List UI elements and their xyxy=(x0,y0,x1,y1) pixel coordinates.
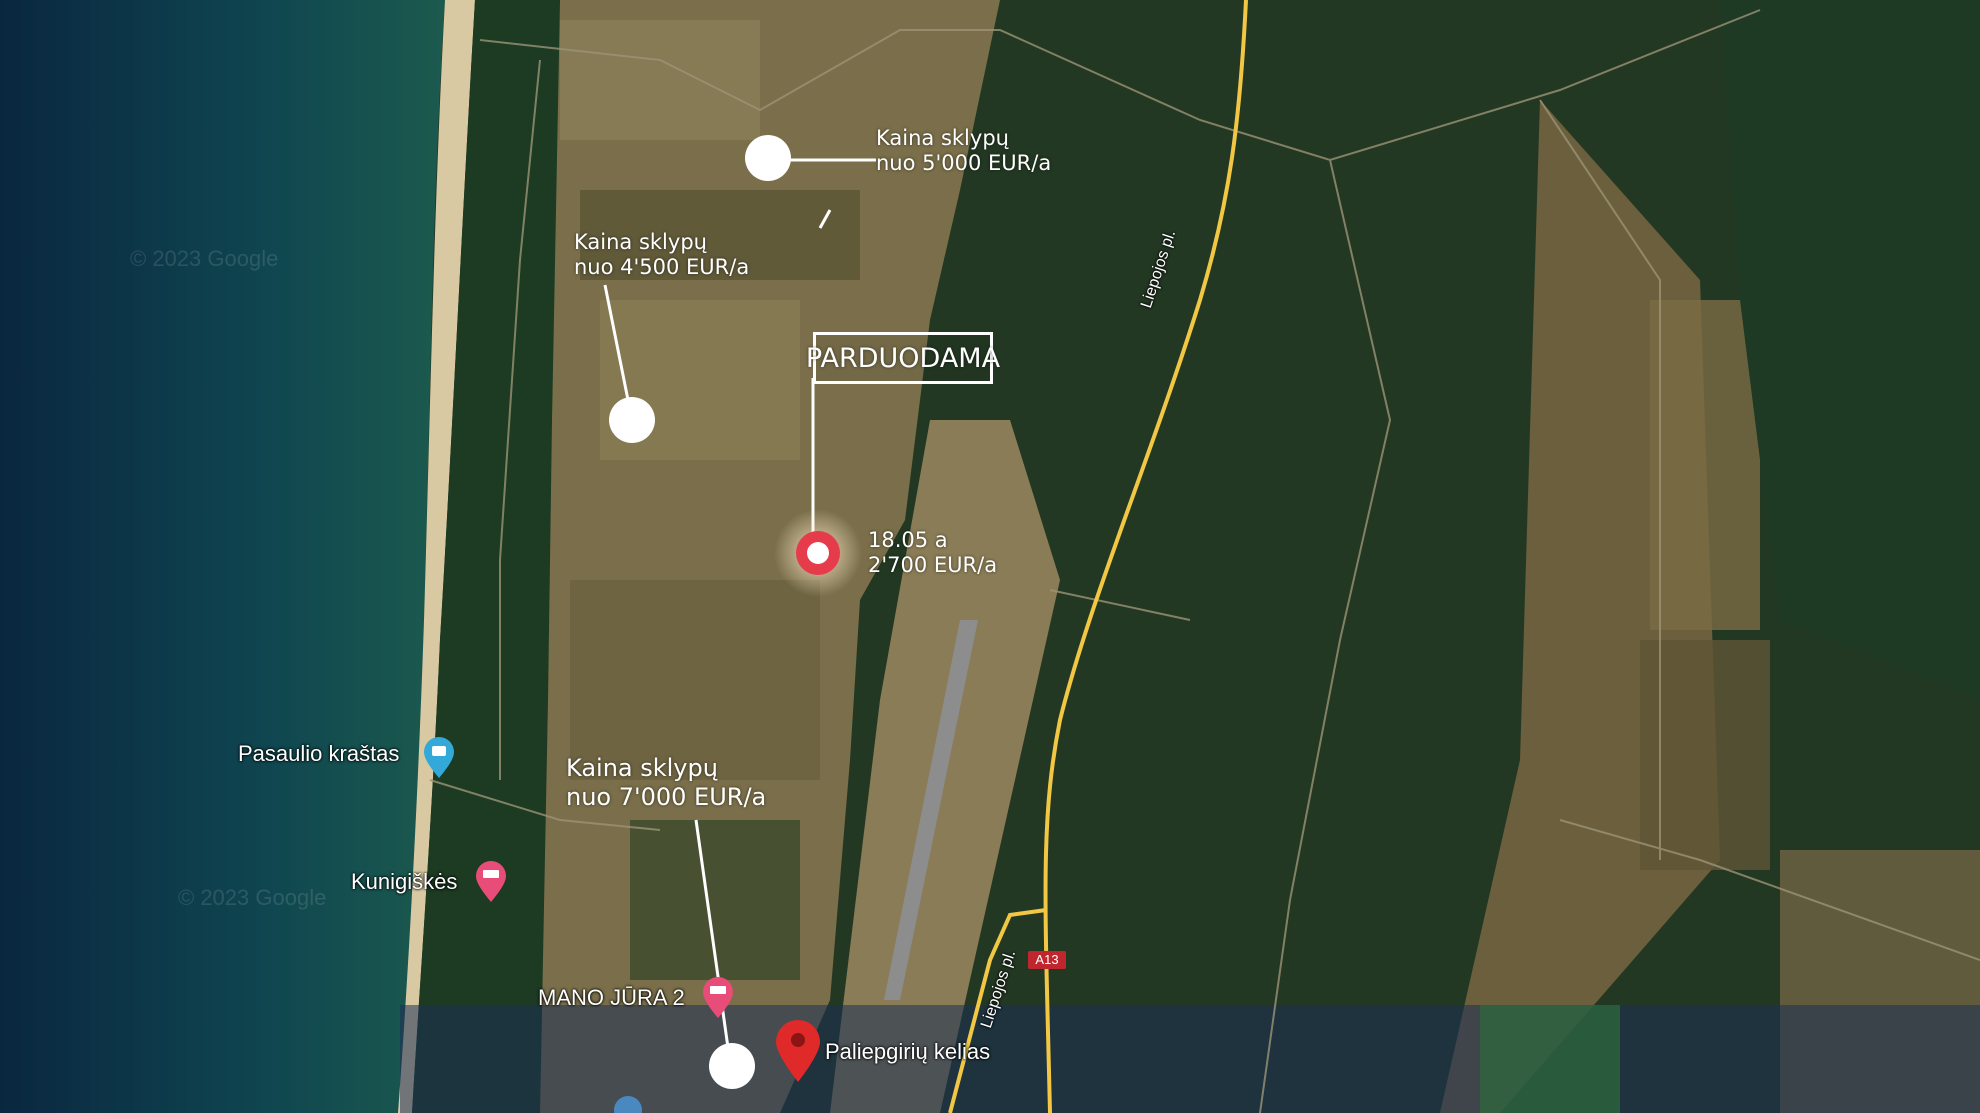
white-marker[interactable] xyxy=(709,1043,755,1089)
callout-line1: Kaina sklypų xyxy=(566,754,718,782)
bed-glyph xyxy=(483,870,499,878)
bottom-band xyxy=(400,1005,1980,1113)
price-callout-west: Kaina sklypų nuo 4'500 EUR/a xyxy=(574,230,749,280)
callout-line2: nuo 7'000 EUR/a xyxy=(566,782,767,811)
white-marker[interactable] xyxy=(745,135,791,181)
field-patch xyxy=(560,20,760,140)
field-patch xyxy=(1650,300,1760,630)
price-callout-north: Kaina sklypų nuo 5'000 EUR/a xyxy=(876,126,1051,176)
callout-line2: nuo 5'000 EUR/a xyxy=(876,151,1052,176)
location-pin-dot xyxy=(791,1033,805,1047)
price-callout-south: Kaina sklypų nuo 7'000 EUR/a xyxy=(566,754,766,812)
place-label-paliepgiriu[interactable]: Paliepgirių kelias xyxy=(825,1039,990,1065)
callout-line1: Kaina sklypų xyxy=(876,126,1009,150)
map-watermark: © 2023 Google xyxy=(130,246,279,271)
place-label-kunigiskes[interactable]: Kunigiškės xyxy=(351,869,457,895)
place-label-pasaulio[interactable]: Pasaulio kraštas xyxy=(238,741,399,767)
field-patch xyxy=(570,580,820,780)
place-label-mano-jura[interactable]: MANO JŪRA 2 xyxy=(538,985,685,1011)
route-shield-a13: A13 xyxy=(1028,951,1066,969)
sea xyxy=(0,0,445,1113)
camera-glyph xyxy=(432,746,446,756)
callout-line1: Kaina sklypų xyxy=(574,230,707,254)
callout-line2: nuo 4'500 EUR/a xyxy=(574,255,750,280)
plot-info: 18.05 a 2'700 EUR/a xyxy=(868,528,997,578)
plot-marker-center xyxy=(807,542,829,564)
map-watermark-2: © 2023 Google xyxy=(178,885,327,910)
bottom-band-green xyxy=(1480,1005,1620,1113)
plot-area: 18.05 a xyxy=(868,528,948,552)
for-sale-title: PARDUODAMA xyxy=(806,332,1000,384)
bed-glyph-2 xyxy=(710,986,726,994)
white-marker[interactable] xyxy=(609,397,655,443)
plot-price: 2'700 EUR/a xyxy=(868,553,998,578)
